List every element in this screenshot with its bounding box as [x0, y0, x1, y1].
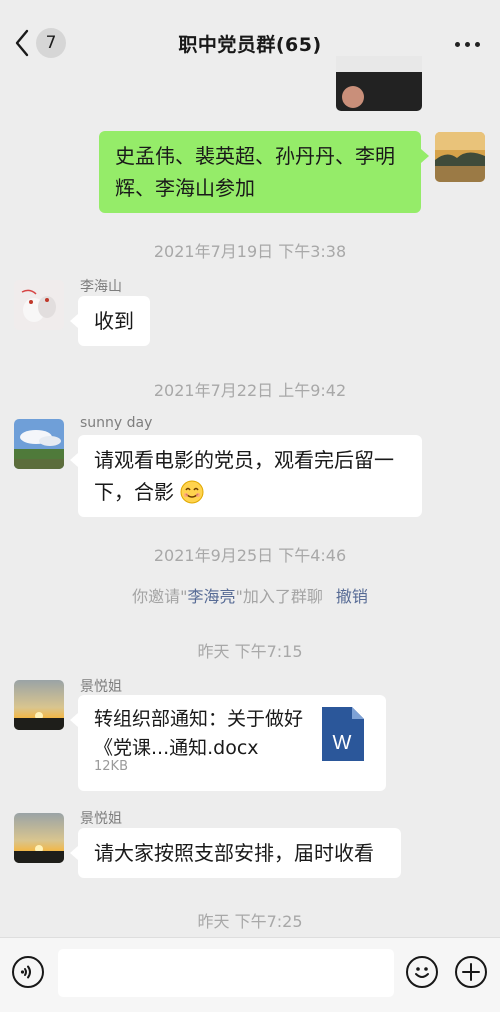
system-notice: 你邀请"李海亮"加入了群聊 撤销: [132, 587, 368, 606]
voice-button[interactable]: [12, 956, 44, 988]
emoji-icon: [415, 967, 429, 978]
smile-emoji-icon: [180, 480, 204, 504]
input-bar: [0, 937, 500, 1012]
timestamp: 昨天 下午7:25: [197, 912, 303, 931]
avatar-self[interactable]: [435, 132, 485, 182]
timestamp: 2021年7月19日 下午3:38: [153, 242, 347, 261]
message-text: 请观看电影的党员，观看完后留一下，合影: [94, 448, 394, 504]
avatar-lihaishan[interactable]: [14, 280, 64, 330]
message-input[interactable]: [58, 949, 394, 997]
word-file-icon: W: [322, 707, 364, 761]
message-text: 请大家按照支部安排，届时收看: [94, 841, 374, 865]
message-bubble[interactable]: 收到: [70, 296, 150, 346]
avatar-jingyuejie[interactable]: [14, 680, 64, 730]
avatar-sunny-day[interactable]: [14, 419, 64, 469]
sender-name: 景悦姐: [80, 679, 122, 695]
file-message[interactable]: 转组织部通知：关于做好《党课...通知.docx 12KB W: [70, 695, 386, 791]
message-text: 收到: [94, 309, 134, 333]
add-icon: [462, 963, 480, 981]
voice-icon: [20, 965, 31, 979]
file-size: 12KB: [94, 759, 128, 774]
chat-header: 7 职中党员群(65): [0, 0, 500, 92]
timestamp: 2021年7月22日 上午9:42: [153, 381, 347, 400]
avatar-jingyuejie[interactable]: [14, 813, 64, 863]
more-icon[interactable]: [455, 42, 480, 47]
emoji-button[interactable]: [406, 956, 438, 988]
sender-name: 李海山: [80, 279, 122, 295]
message-bubble[interactable]: 请大家按照支部安排，届时收看: [70, 828, 401, 878]
svg-text:W: W: [333, 732, 352, 754]
message-bubble-self[interactable]: 史孟伟、裴英超、孙丹丹、李明辉、李海山参加: [99, 131, 429, 213]
sender-name: 景悦姐: [80, 811, 122, 827]
chat-title: 职中党员群(65): [178, 34, 322, 56]
revoke-link[interactable]: 撤销: [336, 587, 368, 606]
file-name: 转组织部通知：关于做好《党课...通知.docx: [94, 708, 304, 759]
invited-member-link[interactable]: 李海亮: [187, 587, 235, 606]
add-button[interactable]: [455, 956, 487, 988]
timestamp: 昨天 下午7:15: [197, 642, 303, 661]
sent-image-partial[interactable]: [336, 56, 422, 111]
timestamp: 2021年9月25日 下午4:46: [153, 546, 347, 565]
message-bubble[interactable]: 请观看电影的党员，观看完后留一下，合影: [70, 435, 422, 517]
sender-name: sunny day: [80, 415, 153, 431]
message-text: 史孟伟、裴英超、孙丹丹、李明辉、李海山参加: [115, 144, 395, 200]
